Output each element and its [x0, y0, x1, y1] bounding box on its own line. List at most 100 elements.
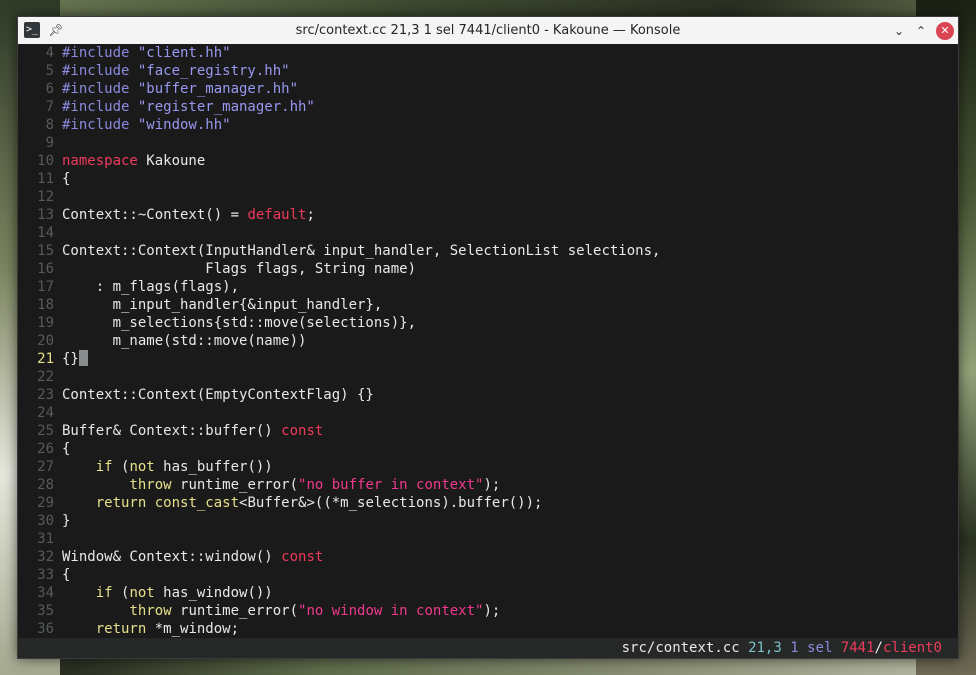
code-token: throw	[129, 603, 172, 619]
code-token: namespace	[62, 153, 138, 169]
code-line[interactable]: 6 #include "buffer_manager.hh"	[18, 80, 958, 98]
chevron-down-icon: ⌄	[893, 24, 905, 38]
window-title: src/context.cc 21,3 1 sel 7441/client0 -…	[295, 23, 681, 38]
code-line[interactable]: 35 throw runtime_error("no window in con…	[18, 602, 958, 620]
code-line[interactable]: 32 Window& Context::window() const	[18, 548, 958, 566]
line-number: 26	[37, 441, 54, 457]
code-token: "no window in context"	[298, 603, 484, 619]
line-number: 13	[37, 207, 54, 223]
code-token: {	[62, 171, 71, 187]
line-number: 27	[37, 459, 54, 475]
chevron-up-icon: ⌃	[915, 24, 927, 38]
editor-buffer[interactable]: 4 #include "client.hh" 5 #include "face_reg…	[18, 44, 958, 638]
code-token: default	[247, 207, 307, 223]
code-line[interactable]: 10 namespace Kakoune	[18, 152, 958, 170]
code-token: return	[95, 495, 147, 511]
code-line[interactable]: 18 m_input_handler{&input_handler},	[18, 296, 958, 314]
code-token: #include	[62, 81, 138, 97]
code-line[interactable]: 31	[18, 530, 958, 548]
code-line[interactable]: 28 throw runtime_error("no buffer in con…	[18, 476, 958, 494]
line-number: 36	[37, 621, 54, 637]
line-number: 32	[37, 549, 54, 565]
line-number: 15	[37, 243, 54, 259]
line-number: 6	[45, 81, 54, 97]
code-token: );	[483, 603, 501, 619]
line-number: 7	[45, 99, 54, 115]
maximize-button[interactable]: ⌃	[912, 22, 930, 40]
status-pid: 7441	[840, 640, 875, 656]
line-number: 19	[37, 315, 54, 331]
code-token: Window& Context::window()	[62, 549, 282, 565]
line-number: 31	[37, 531, 54, 547]
code-line[interactable]: 23 Context::Context(EmptyContextFlag) {}	[18, 386, 958, 404]
code-token: m_selections{std::move(selections)},	[62, 315, 417, 331]
code-line[interactable]: 25 Buffer& Context::buffer() const	[18, 422, 958, 440]
code-line[interactable]: 30}	[18, 512, 958, 530]
code-line[interactable]: 20 m_name(std::move(name))	[18, 332, 958, 350]
code-token: if	[95, 459, 113, 475]
code-token: if	[95, 585, 113, 601]
code-line[interactable]: 21 {}	[18, 350, 958, 368]
line-number: 8	[45, 117, 54, 133]
line-number: 9	[45, 135, 54, 151]
code-line[interactable]: 5 #include "face_registry.hh"	[18, 62, 958, 80]
status-file: src/context.cc	[621, 640, 740, 656]
code-line[interactable]: 27 if (not has_buffer())	[18, 458, 958, 476]
line-number: 11	[37, 171, 54, 187]
line-number: 30	[37, 513, 54, 529]
code-line[interactable]: 12	[18, 188, 958, 206]
close-button[interactable]: ✕	[936, 22, 954, 40]
status-separator: /	[874, 640, 883, 656]
line-number: 21	[37, 351, 54, 367]
code-line[interactable]: 26 {	[18, 440, 958, 458]
code-line[interactable]: 36 return *m_window;	[18, 620, 958, 638]
code-line[interactable]: 34 if (not has_window())	[18, 584, 958, 602]
code-token: const_cast	[154, 495, 240, 511]
code-line[interactable]: 22	[18, 368, 958, 386]
code-line[interactable]: 29 return const_cast<Buffer&>((*m_select…	[18, 494, 958, 512]
code-token: return	[95, 621, 147, 637]
code-token: m_name(std::move(name))	[62, 333, 307, 349]
code-token: Context::~Context() =	[62, 207, 248, 223]
code-token: ;	[306, 207, 315, 223]
close-icon: ✕	[940, 24, 950, 37]
line-number: 24	[37, 405, 54, 421]
code-line[interactable]: 4 #include "client.hh"	[18, 44, 958, 62]
code-token: runtime_error(	[171, 477, 299, 493]
code-token: has_buffer())	[154, 459, 273, 475]
code-line[interactable]: 33 {	[18, 566, 958, 584]
line-number: 33	[37, 567, 54, 583]
code-token: );	[483, 477, 501, 493]
code-token: #include	[62, 63, 138, 79]
code-line[interactable]: 17 : m_flags(flags),	[18, 278, 958, 296]
code-line[interactable]: 8 #include "window.hh"	[18, 116, 958, 134]
title-bar[interactable]: >_ 📌︎ src/context.cc 21,3 1 sel 7441/cli…	[18, 17, 958, 45]
line-number: 29	[37, 495, 54, 511]
code-line[interactable]: 13 Context::~Context() = default;	[18, 206, 958, 224]
line-number: 20	[37, 333, 54, 349]
code-token: "face_registry.hh"	[137, 63, 290, 79]
code-token: *m_window;	[146, 621, 240, 637]
code-line[interactable]: 24	[18, 404, 958, 422]
code-line[interactable]: 15 Context::Context(InputHandler& input_h…	[18, 242, 958, 260]
code-line[interactable]: 16 Flags flags, String name)	[18, 260, 958, 278]
code-line[interactable]: 9	[18, 134, 958, 152]
code-token: const	[281, 549, 324, 565]
code-line[interactable]: 14	[18, 224, 958, 242]
code-line[interactable]: 11 {	[18, 170, 958, 188]
code-line[interactable]: 7 #include "register_manager.hh"	[18, 98, 958, 116]
line-number: 10	[37, 153, 54, 169]
code-line[interactable]: 19 m_selections{std::move(selections)},	[18, 314, 958, 332]
status-position: 21,3	[748, 640, 782, 656]
code-token: not	[129, 459, 155, 475]
code-token: Context::Context(InputHandler& input_han…	[62, 243, 661, 259]
line-number: 18	[37, 297, 54, 313]
minimize-button[interactable]: ⌄	[890, 22, 908, 40]
code-token: #include	[62, 45, 138, 61]
